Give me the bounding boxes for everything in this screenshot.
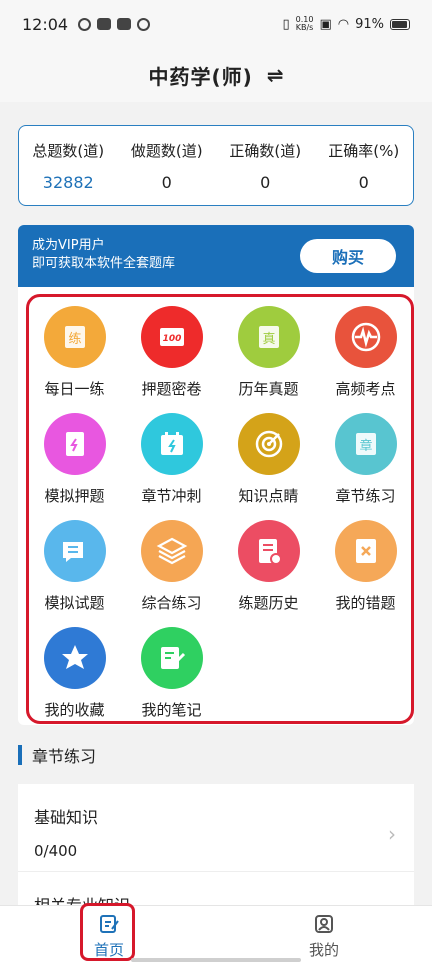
- mock-bet-icon: [43, 413, 106, 475]
- feature-grid: 练每日一练 100 押题密卷真历年真题 高频考点 模拟押题 章节冲刺 知识点睛章章节练习 模拟…: [26, 298, 414, 726]
- chapter-item[interactable]: 基础知识 0/400 ›: [18, 784, 414, 872]
- vibrate-icon: ▯: [282, 16, 290, 32]
- profile-icon: [315, 914, 333, 933]
- past-exam-icon: 真: [237, 306, 300, 368]
- net-speed: 0.10 KB/s: [296, 16, 314, 32]
- play-icon: [117, 18, 132, 30]
- stat-rate: 正确率(%) 0: [315, 126, 414, 205]
- feature-star[interactable]: 我的收藏: [26, 619, 123, 726]
- feature-label: 每日一练: [44, 380, 105, 398]
- feature-label: 我的笔记: [141, 701, 202, 719]
- stat-label: 做题数(道): [130, 141, 203, 160]
- wifi-icon: ◠: [337, 16, 350, 32]
- feature-label: 押题密卷: [141, 380, 202, 398]
- feature-label: 模拟试题: [44, 594, 105, 612]
- svg-text:章: 章: [359, 438, 372, 454]
- note-edit-icon: [140, 627, 203, 689]
- target-icon: [237, 413, 300, 475]
- svg-text:100: 100: [162, 334, 181, 344]
- stat-value: 0: [260, 172, 271, 192]
- feature-wrong-notebook[interactable]: 我的错题: [317, 512, 414, 619]
- battery-percent: 91%: [355, 16, 384, 32]
- wechat-icon: [137, 17, 151, 31]
- chapter-progress: 0/400: [34, 842, 78, 860]
- feature-label: 练题历史: [238, 594, 299, 612]
- buy-button[interactable]: 购买: [300, 239, 396, 273]
- tab-home-label: 首页: [93, 940, 124, 959]
- status-bar: 12:04 ▯ 0.10 KB/s ▣ ◠ 91%: [0, 0, 432, 48]
- calendar-icon: [140, 413, 203, 475]
- section-title: 章节练习: [32, 747, 97, 766]
- stat-label: 正确率(%): [328, 141, 400, 160]
- stat-label: 正确数(道): [229, 141, 302, 160]
- feature-label: 历年真题: [238, 380, 299, 398]
- star-icon: [43, 627, 106, 689]
- chapter-name: 基础知识: [34, 808, 99, 827]
- page-title: 中药学(师): [148, 64, 253, 89]
- home-edit-icon: [100, 914, 119, 933]
- stat-value: 0: [358, 172, 369, 192]
- tab-home[interactable]: 首页: [69, 910, 149, 962]
- svg-text:练: 练: [68, 332, 81, 347]
- feature-label: 我的错题: [335, 594, 396, 612]
- mail-icon: [97, 18, 112, 30]
- heartbeat-icon: [334, 306, 397, 368]
- chapter-practice-icon: 章: [334, 413, 397, 475]
- feature-past-exam[interactable]: 真历年真题: [220, 298, 317, 405]
- feature-label: 我的收藏: [44, 701, 105, 719]
- feature-layers[interactable]: 综合练习: [123, 512, 220, 619]
- feature-heartbeat[interactable]: 高频考点: [317, 298, 414, 405]
- section-accent-bar: [18, 745, 22, 765]
- feature-daily-practice[interactable]: 练每日一练: [26, 298, 123, 405]
- stats-card: 总题数(道) 32882 做题数(道) 0 正确数(道) 0 正确率(%) 0: [18, 125, 414, 206]
- wrong-notebook-icon: [334, 520, 397, 582]
- tab-mine-label: 我的: [308, 940, 339, 959]
- stat-total: 总题数(道) 32882: [19, 126, 118, 205]
- feature-history-doc[interactable]: 练题历史: [220, 512, 317, 619]
- feature-label: 章节冲刺: [141, 487, 202, 505]
- stat-value: 32882: [42, 172, 94, 192]
- feature-label: 模拟押题: [44, 487, 105, 505]
- chat-list-icon: [43, 520, 106, 582]
- feature-mock-bet[interactable]: 模拟押题: [26, 405, 123, 512]
- feature-secret-paper[interactable]: 100 押题密卷: [123, 298, 220, 405]
- history-doc-icon: [237, 520, 300, 582]
- stat-value: 0: [161, 172, 172, 192]
- status-time: 12:04: [22, 14, 69, 34]
- vip-banner: 成为VIP用户 即可获取本软件全套题库 购买: [18, 225, 414, 287]
- stat-correct: 正确数(道) 0: [216, 126, 315, 205]
- feature-label: 高频考点: [335, 380, 396, 398]
- secret-paper-icon: 100: [140, 306, 203, 368]
- battery-icon: [390, 18, 410, 30]
- feature-label: 综合练习: [141, 594, 202, 612]
- feature-calendar[interactable]: 章节冲刺: [123, 405, 220, 512]
- layers-icon: [140, 520, 203, 582]
- feature-chat-list[interactable]: 模拟试题: [26, 512, 123, 619]
- feature-label: 知识点睛: [238, 487, 299, 505]
- stat-label: 总题数(道): [32, 141, 105, 160]
- bottom-tab-bar: 首页 我的: [0, 905, 432, 964]
- tab-mine[interactable]: 我的: [284, 910, 364, 962]
- feature-label: 章节练习: [335, 487, 396, 505]
- switch-subject-icon[interactable]: ⇌: [267, 63, 284, 87]
- chevron-right-icon: ›: [388, 822, 396, 846]
- sync-icon: [78, 17, 92, 31]
- feature-note-edit[interactable]: 我的笔记: [123, 619, 220, 726]
- feature-target[interactable]: 知识点睛: [220, 405, 317, 512]
- home-indicator: [131, 958, 301, 962]
- daily-practice-icon: 练: [43, 306, 106, 368]
- feature-chapter-practice[interactable]: 章章节练习: [317, 405, 414, 512]
- stat-done: 做题数(道) 0: [118, 126, 217, 205]
- sim-icon: ▣: [319, 16, 332, 32]
- section-header: 章节练习: [18, 744, 96, 766]
- net-speed-unit: KB/s: [295, 23, 314, 32]
- svg-text:真: 真: [262, 332, 275, 347]
- page-header: 中药学(师) ⇌: [0, 48, 432, 102]
